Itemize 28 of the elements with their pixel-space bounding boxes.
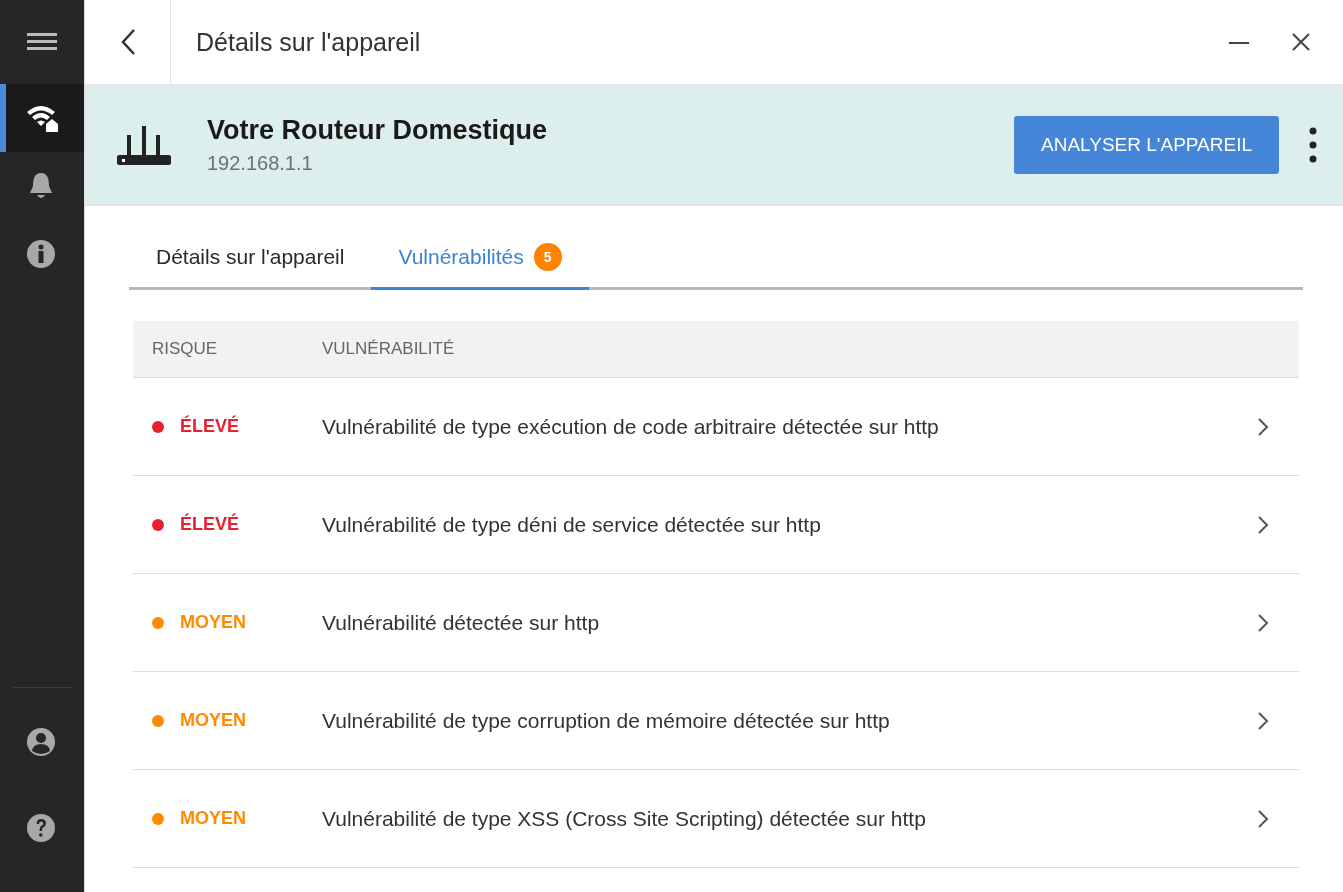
risk-level: MOYEN [180, 808, 246, 829]
vulnerability-description[interactable]: Vulnérabilité de type exécution de code arbitraire détectée sur http [322, 414, 1257, 439]
chevron-right-icon[interactable] [1257, 612, 1269, 633]
tab[interactable]: Détails sur l'appareil [129, 234, 372, 290]
vulnerability-description[interactable]: Vulnérabilité de type corruption de mémoire détectée sur http [322, 708, 1257, 733]
chevron-right-icon[interactable] [1257, 416, 1269, 437]
scan-device-button[interactable]: ANALYSER L'APPAREIL [1014, 116, 1279, 174]
more-options-button[interactable] [1309, 127, 1317, 163]
vulnerability-description[interactable]: Vulnérabilité de type déni de service détectée sur http [322, 512, 1257, 537]
device-name: Votre Routeur Domestique [207, 115, 549, 146]
window-title: Détails sur l'appareil [196, 27, 422, 57]
close-icon[interactable] [1292, 33, 1310, 51]
risk-level: ÉLEVÉ [180, 514, 240, 535]
vulnerability-description[interactable]: Vulnérabilité de type XSS (Cross Site Scripting) détectée sur http [322, 806, 1257, 831]
risk-level: ÉLEVÉ [180, 416, 240, 437]
menu-icon[interactable] [27, 32, 57, 52]
count-badge: 5 [533, 243, 562, 271]
risk-level: MOYEN [180, 612, 246, 633]
chevron-right-icon[interactable] [1257, 710, 1269, 731]
chevron-right-icon[interactable] [1257, 514, 1269, 535]
column-header: RISQUE [151, 339, 219, 359]
router-icon [117, 123, 171, 167]
risk-level: MOYEN [180, 710, 246, 731]
tab[interactable]: Vulnérabilités 5 [371, 234, 589, 290]
vulnerability-description[interactable]: Vulnérabilité détectée sur http [322, 610, 1257, 635]
ip-address: 192.168.1.1 [207, 152, 314, 175]
chevron-right-icon[interactable] [1257, 808, 1269, 829]
column-header: VULNÉRABILITÉ [322, 339, 455, 359]
